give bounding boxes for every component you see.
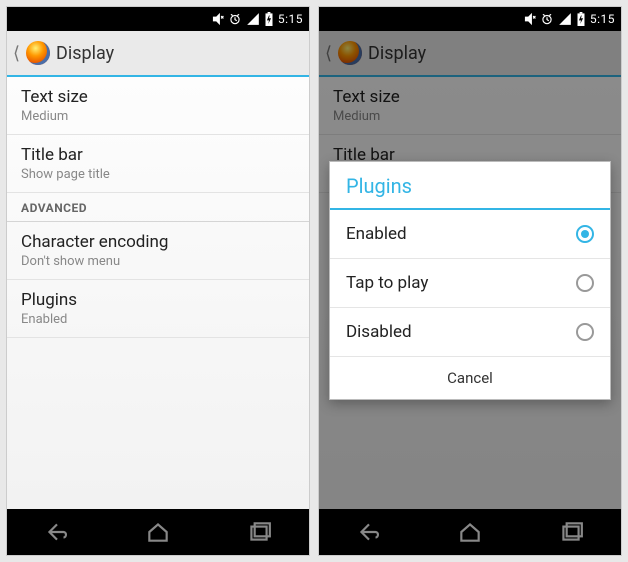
alarm-icon — [540, 12, 554, 26]
plugins-dialog: Plugins Enabled Tap to play Disabled Can… — [329, 161, 611, 400]
firefox-icon — [26, 41, 50, 65]
row-title: Title bar — [21, 145, 295, 165]
nav-recent-icon[interactable] — [558, 519, 584, 545]
back-icon[interactable]: ⟨ — [13, 43, 20, 64]
nav-bar — [7, 509, 309, 555]
row-subtitle: Show page title — [21, 167, 295, 182]
settings-list: Text size Medium Title bar Show page tit… — [7, 77, 309, 509]
radio-icon — [576, 225, 594, 243]
signal-icon — [558, 12, 572, 26]
phone-right: 5:15 ⟨ Display Text size Medium Title ba… — [318, 6, 622, 556]
option-disabled[interactable]: Disabled — [330, 308, 610, 357]
row-subtitle: Enabled — [21, 312, 295, 327]
nav-home-icon[interactable] — [145, 519, 171, 545]
status-clock: 5:15 — [278, 12, 303, 26]
nav-back-icon[interactable] — [44, 519, 70, 545]
status-bar: 5:15 — [7, 7, 309, 31]
signal-icon — [246, 12, 260, 26]
row-title-bar[interactable]: Title bar Show page title — [7, 135, 309, 193]
option-label: Tap to play — [346, 273, 428, 293]
app-header: ⟨ Display — [7, 31, 309, 77]
row-text-size[interactable]: Text size Medium — [7, 77, 309, 135]
section-advanced: ADVANCED — [7, 193, 309, 222]
row-title: Plugins — [21, 290, 295, 310]
row-plugins[interactable]: Plugins Enabled — [7, 280, 309, 338]
radio-icon — [576, 274, 594, 292]
cancel-button[interactable]: Cancel — [330, 357, 610, 399]
dialog-title: Plugins — [330, 162, 610, 210]
row-title: Character encoding — [21, 232, 295, 252]
row-subtitle: Medium — [21, 109, 295, 124]
option-label: Enabled — [346, 224, 407, 244]
row-title: Text size — [21, 87, 295, 107]
option-enabled[interactable]: Enabled — [330, 210, 610, 259]
nav-home-icon[interactable] — [457, 519, 483, 545]
nav-back-icon[interactable] — [356, 519, 382, 545]
radio-icon — [576, 323, 594, 341]
option-tap-to-play[interactable]: Tap to play — [330, 259, 610, 308]
row-subtitle: Don't show menu — [21, 254, 295, 269]
battery-icon — [576, 12, 586, 26]
status-bar: 5:15 — [319, 7, 621, 31]
status-clock: 5:15 — [590, 12, 615, 26]
option-label: Disabled — [346, 322, 412, 342]
nav-recent-icon[interactable] — [246, 519, 272, 545]
mute-icon — [522, 12, 536, 26]
row-character-encoding[interactable]: Character encoding Don't show menu — [7, 222, 309, 280]
battery-icon — [264, 12, 274, 26]
phone-left: 5:15 ⟨ Display Text size Medium Title ba… — [6, 6, 310, 556]
alarm-icon — [228, 12, 242, 26]
mute-icon — [210, 12, 224, 26]
page-title: Display — [56, 43, 114, 64]
nav-bar — [319, 509, 621, 555]
